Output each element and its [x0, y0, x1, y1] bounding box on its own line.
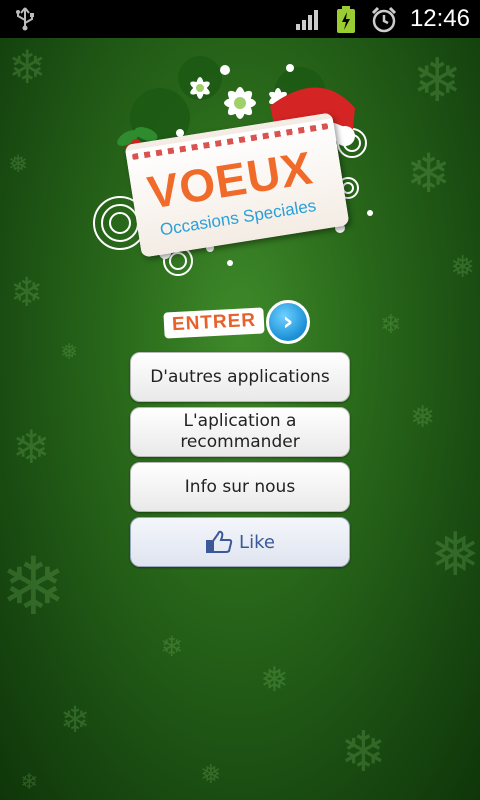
snowflake-icon: ❅: [260, 660, 289, 700]
snowflake-icon: ❄: [60, 700, 91, 741]
snowflake-icon: ❄: [20, 770, 39, 795]
snowflake-icon: ❄: [12, 420, 51, 474]
about-button[interactable]: Info sur nous: [130, 462, 350, 512]
snowflake-icon: ❄: [412, 46, 463, 116]
snowflake-icon: ❄: [160, 630, 184, 663]
like-button[interactable]: Like: [130, 517, 350, 567]
about-label: Info sur nous: [184, 477, 296, 497]
status-time: 12:46: [409, 5, 470, 32]
recommend-app-button[interactable]: L'aplication a recommander: [130, 407, 350, 457]
other-apps-button[interactable]: D'autres applications: [130, 352, 350, 402]
snowflake-icon: ❅: [8, 150, 29, 178]
like-label: Like: [239, 531, 275, 553]
arrow-right-icon[interactable]: ›: [266, 300, 310, 344]
enter-label: ENTRER: [163, 307, 265, 339]
snowflake-icon: ❅: [430, 520, 480, 590]
status-bar: 12:46: [0, 0, 480, 38]
snowflake-icon: ❅: [450, 250, 476, 285]
snowflake-icon: ❄: [340, 720, 387, 785]
signal-icon: [296, 10, 318, 30]
other-apps-label: D'autres applications: [150, 367, 330, 387]
snowflake-icon: ❄: [10, 270, 44, 316]
battery-charging-icon: [337, 6, 355, 33]
snowflake-icon: ❅: [200, 760, 222, 790]
usb-icon: [16, 7, 34, 31]
snowflake-icon: ❄: [8, 40, 47, 94]
snowflake-icon: ❄: [406, 142, 452, 205]
snowflake-icon: ❅: [60, 340, 79, 365]
snowflake-icon: ❄: [0, 540, 68, 633]
recommend-app-label: L'aplication a recommander: [180, 411, 300, 452]
alarm-icon: [371, 6, 397, 33]
snowflake-icon: ❅: [410, 400, 436, 435]
thumbs-up-icon: [206, 530, 233, 553]
snowflake-icon: ❄: [380, 310, 402, 340]
